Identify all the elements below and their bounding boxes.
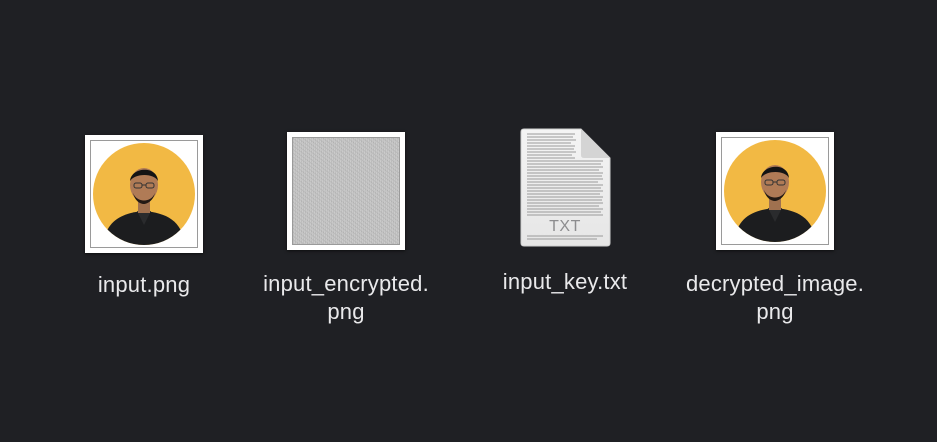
text-document-icon[interactable]: TXT: [519, 128, 611, 248]
portrait-image: [722, 138, 828, 244]
file-input-png[interactable]: input.png: [44, 135, 244, 299]
file-type-label: TXT: [549, 218, 581, 235]
image-thumbnail[interactable]: [85, 135, 203, 253]
file-name-label[interactable]: input_key.txt: [503, 268, 627, 296]
image-thumbnail[interactable]: [716, 132, 834, 250]
file-name-line-1: decrypted_image.: [685, 271, 865, 296]
file-input-encrypted-png[interactable]: input_encrypted. png: [246, 132, 446, 326]
portrait-image: [91, 141, 197, 247]
file-name-label[interactable]: input.png: [98, 271, 190, 299]
file-input-key-txt[interactable]: TXT input_key.txt: [465, 128, 665, 296]
noise-image: [293, 138, 399, 244]
file-name-line-2: png: [756, 299, 794, 324]
file-name-line-1: input_encrypted.: [263, 271, 429, 296]
image-thumbnail[interactable]: [287, 132, 405, 250]
file-name-label[interactable]: input_encrypted. png: [263, 270, 429, 326]
desktop-area: input.png input_encrypted. png TXT input…: [0, 0, 937, 442]
file-name-label[interactable]: decrypted_image. png: [686, 270, 864, 326]
file-name-line-2: png: [327, 299, 365, 324]
file-decrypted-image-png[interactable]: decrypted_image. png: [675, 132, 875, 326]
